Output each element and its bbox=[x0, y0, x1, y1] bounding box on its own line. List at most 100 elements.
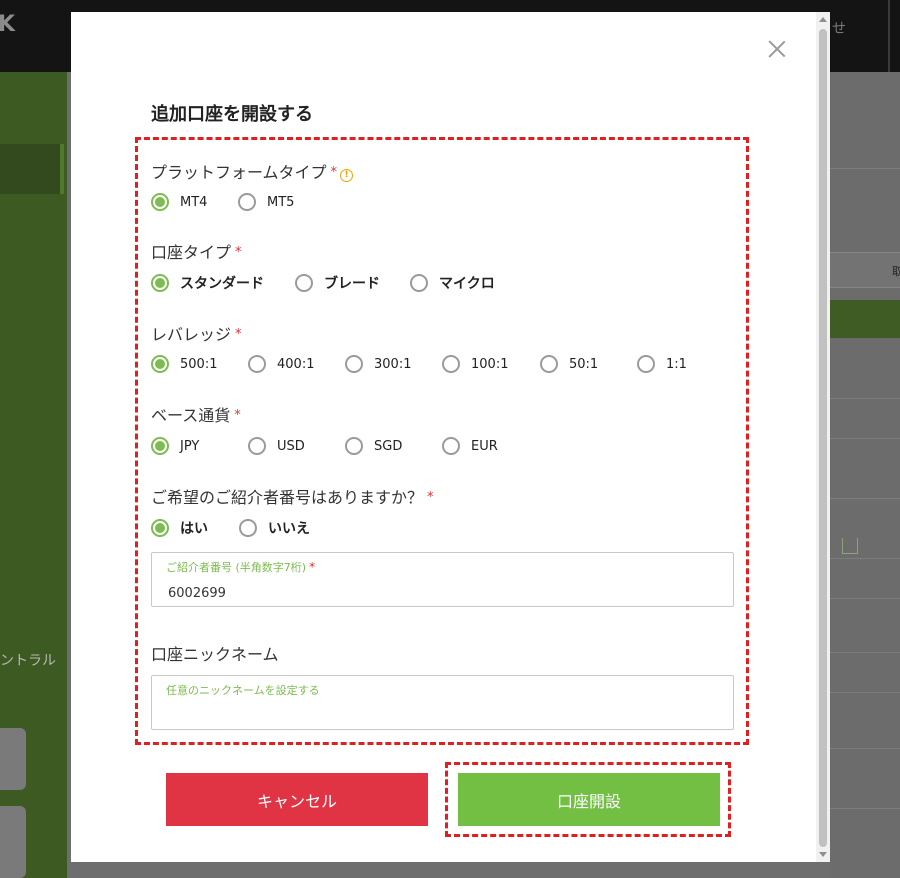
radio-circle[interactable] bbox=[248, 437, 266, 455]
radio-leverage-1[interactable]: 1:1 bbox=[637, 354, 687, 374]
radio-circle[interactable] bbox=[410, 274, 428, 292]
referral-number-label-text: ご紹介者番号 (半角数字7桁) bbox=[166, 561, 307, 574]
referral-question-text: ご希望のご紹介者番号はありますか？ bbox=[151, 488, 424, 507]
nickname-label: 口座ニックネーム bbox=[151, 645, 279, 664]
referral-question-label: ご希望のご紹介者番号はありますか？ * bbox=[151, 484, 434, 508]
table-row bbox=[830, 808, 900, 809]
required-mark: * bbox=[427, 490, 434, 505]
sidebar-button bbox=[0, 806, 26, 878]
table-row bbox=[830, 652, 900, 653]
required-mark: * bbox=[309, 560, 316, 574]
table-row bbox=[830, 398, 900, 399]
radio-eur[interactable]: EUR bbox=[442, 436, 498, 456]
radio-label: スタンダード bbox=[180, 276, 264, 292]
table-row bbox=[830, 498, 900, 499]
radio-circle[interactable] bbox=[248, 355, 266, 373]
radio-leverage-50[interactable]: 50:1 bbox=[540, 354, 598, 374]
logo-fragment: K bbox=[0, 12, 16, 37]
radio-usd[interactable]: USD bbox=[248, 436, 305, 456]
scrollbar-thumb[interactable] bbox=[819, 29, 827, 847]
radio-leverage-500[interactable]: 500:1 bbox=[151, 354, 217, 374]
radio-label: 500:1 bbox=[180, 356, 218, 372]
radio-micro[interactable]: マイクロ bbox=[410, 273, 495, 293]
radio-label: 400:1 bbox=[277, 356, 315, 372]
upload-icon bbox=[842, 538, 858, 554]
sidebar-active-indicator bbox=[60, 144, 64, 194]
radio-no[interactable]: いいえ bbox=[239, 518, 310, 538]
radio-circle[interactable] bbox=[151, 519, 169, 537]
radio-label: JPY bbox=[180, 438, 200, 454]
leverage-label-text: レバレッジ bbox=[151, 325, 232, 344]
base-currency-label: ベース通貨 * bbox=[151, 402, 241, 426]
content-divider bbox=[830, 168, 900, 169]
sidebar-active-item bbox=[0, 144, 60, 194]
nickname-placeholder: 任意のニックネームを設定する bbox=[166, 684, 320, 697]
cancel-button[interactable]: キャンセル bbox=[166, 773, 428, 826]
topbar-divider bbox=[888, 0, 890, 72]
radio-circle[interactable] bbox=[540, 355, 558, 373]
leverage-label: レバレッジ * bbox=[151, 321, 242, 345]
base-currency-label-text: ベース通貨 bbox=[151, 406, 231, 425]
radio-circle[interactable] bbox=[151, 193, 169, 211]
table-row bbox=[830, 438, 900, 439]
app-content-right: 取 bbox=[830, 72, 900, 878]
scroll-down-icon[interactable] bbox=[819, 852, 827, 857]
tab-label: 取 bbox=[892, 265, 900, 278]
required-mark: * bbox=[235, 245, 242, 260]
radio-circle[interactable] bbox=[637, 355, 655, 373]
radio-circle[interactable] bbox=[238, 193, 256, 211]
radio-label: EUR bbox=[471, 438, 498, 454]
dialog-scrollbar[interactable] bbox=[816, 12, 830, 862]
radio-circle[interactable] bbox=[239, 519, 257, 537]
info-icon[interactable]: ! bbox=[340, 169, 354, 182]
sidebar-item-label: ントラル bbox=[0, 653, 56, 669]
radio-label: いいえ bbox=[268, 521, 310, 537]
content-tab: 取 bbox=[830, 252, 900, 288]
required-mark: * bbox=[330, 165, 338, 180]
required-mark: * bbox=[235, 327, 242, 342]
table-row bbox=[830, 558, 900, 559]
radio-label: 300:1 bbox=[374, 356, 412, 372]
radio-label: SGD bbox=[374, 438, 403, 454]
radio-circle[interactable] bbox=[345, 355, 363, 373]
radio-circle[interactable] bbox=[295, 274, 313, 292]
nickname-input[interactable]: 任意のニックネームを設定する bbox=[151, 675, 734, 730]
open-account-button[interactable]: 口座開設 bbox=[458, 773, 720, 826]
radio-circle[interactable] bbox=[151, 355, 169, 373]
account-type-label-text: 口座タイプ bbox=[151, 243, 232, 262]
topbar-text: せ bbox=[832, 21, 846, 37]
radio-label: MT5 bbox=[267, 194, 295, 210]
table-row bbox=[830, 692, 900, 693]
radio-leverage-400[interactable]: 400:1 bbox=[248, 354, 314, 374]
radio-label: 1:1 bbox=[666, 356, 687, 372]
radio-circle[interactable] bbox=[345, 437, 363, 455]
radio-label: 100:1 bbox=[471, 356, 509, 372]
radio-leverage-100[interactable]: 100:1 bbox=[442, 354, 508, 374]
radio-yes[interactable]: はい bbox=[151, 518, 208, 538]
radio-circle[interactable] bbox=[151, 437, 169, 455]
radio-circle[interactable] bbox=[442, 437, 460, 455]
radio-blade[interactable]: ブレード bbox=[295, 273, 380, 293]
scroll-up-icon[interactable] bbox=[819, 17, 827, 22]
close-icon[interactable] bbox=[768, 40, 786, 58]
radio-label: はい bbox=[180, 521, 208, 537]
radio-standard[interactable]: スタンダード bbox=[151, 273, 264, 293]
radio-label: USD bbox=[277, 438, 305, 454]
sidebar-button bbox=[0, 728, 26, 790]
open-account-dialog: 追加口座を開設する プラットフォームタイプ *! MT4 MT5 口座タイプ * ス… bbox=[71, 12, 830, 862]
radio-label: MT4 bbox=[180, 194, 208, 210]
radio-sgd[interactable]: SGD bbox=[345, 436, 402, 456]
table-row bbox=[830, 598, 900, 599]
radio-label: 50:1 bbox=[569, 356, 599, 372]
radio-circle[interactable] bbox=[151, 274, 169, 292]
radio-circle[interactable] bbox=[442, 355, 460, 373]
radio-label: マイクロ bbox=[439, 276, 495, 292]
radio-jpy[interactable]: JPY bbox=[151, 436, 199, 456]
referral-number-input[interactable]: ご紹介者番号 (半角数字7桁) * 6002699 bbox=[151, 552, 734, 607]
platform-type-label: プラットフォームタイプ *! bbox=[151, 159, 354, 183]
radio-mt4[interactable]: MT4 bbox=[151, 192, 207, 212]
radio-leverage-300[interactable]: 300:1 bbox=[345, 354, 411, 374]
referral-number-value[interactable]: 6002699 bbox=[168, 586, 226, 601]
radio-mt5[interactable]: MT5 bbox=[238, 192, 294, 212]
account-type-label: 口座タイプ * bbox=[151, 239, 242, 263]
